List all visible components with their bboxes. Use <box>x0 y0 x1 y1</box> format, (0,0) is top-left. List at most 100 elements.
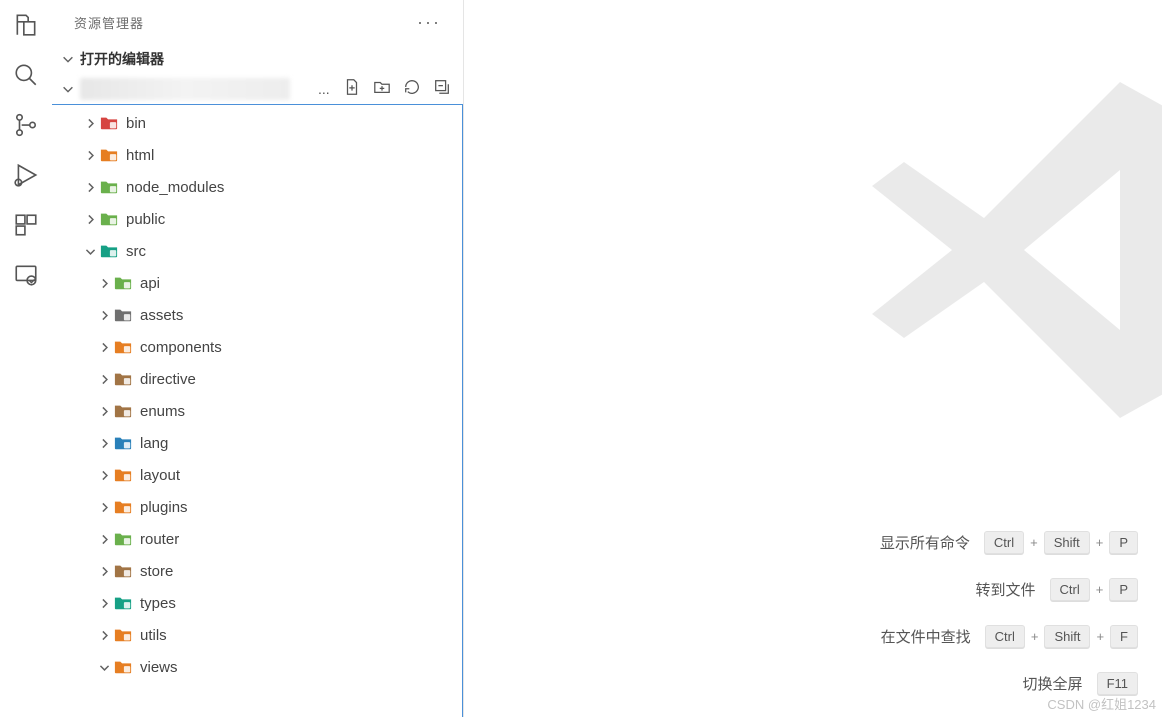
chevron-right-icon <box>96 533 112 546</box>
collapse-all-icon[interactable] <box>433 78 451 96</box>
plus-separator: + <box>1096 535 1104 550</box>
folder-icon <box>114 467 132 483</box>
remote-icon[interactable] <box>13 262 39 288</box>
command-label: 显示所有命令 <box>880 532 970 553</box>
chevron-right-icon <box>82 117 98 130</box>
key-F11: F11 <box>1097 672 1138 695</box>
tree-item-views[interactable]: views <box>52 651 462 683</box>
command-label: 切换全屏 <box>1023 673 1083 694</box>
key-combo: Ctrl+Shift+P <box>984 531 1138 554</box>
tree-item-label: plugins <box>140 499 188 516</box>
tree-item-label: bin <box>126 115 146 132</box>
command-hint: 在文件中查找Ctrl+Shift+F <box>881 625 1138 648</box>
chevron-right-icon <box>96 405 112 418</box>
explorer-icon[interactable] <box>13 12 39 38</box>
command-label: 转到文件 <box>976 579 1036 600</box>
search-icon[interactable] <box>13 62 39 88</box>
tree-item-label: types <box>140 595 176 612</box>
command-hints: 显示所有命令Ctrl+Shift+P转到文件Ctrl+P在文件中查找Ctrl+S… <box>880 531 1138 695</box>
chevron-right-icon <box>96 277 112 290</box>
chevron-right-icon <box>96 597 112 610</box>
tree-item-api[interactable]: api <box>52 267 462 299</box>
chevron-down-icon <box>60 51 76 67</box>
tree-item-assets[interactable]: assets <box>52 299 462 331</box>
tree-item-html[interactable]: html <box>52 139 462 171</box>
tree-item-lang[interactable]: lang <box>52 427 462 459</box>
chevron-right-icon <box>96 309 112 322</box>
tree-item-enums[interactable]: enums <box>52 395 462 427</box>
project-ellipsis: ... <box>318 81 330 97</box>
tree-item-label: lang <box>140 435 168 452</box>
key-Ctrl: Ctrl <box>984 531 1024 554</box>
plus-separator: + <box>1096 582 1104 597</box>
tree-item-store[interactable]: store <box>52 555 462 587</box>
key-combo: Ctrl+Shift+F <box>985 625 1138 648</box>
chevron-right-icon <box>96 469 112 482</box>
tree-item-label: views <box>140 659 178 676</box>
chevron-right-icon <box>96 341 112 354</box>
key-combo: Ctrl + P <box>1050 578 1138 601</box>
chevron-down-icon <box>82 245 98 258</box>
chevron-down-icon <box>96 661 112 674</box>
file-tree[interactable]: bin html node_modulespublic src api assets com… <box>52 104 463 717</box>
tree-item-components[interactable]: components <box>52 331 462 363</box>
project-actions <box>343 78 451 96</box>
new-folder-icon[interactable] <box>373 78 391 96</box>
tree-item-label: public <box>126 211 165 228</box>
run-debug-icon[interactable] <box>13 162 39 188</box>
extensions-icon[interactable] <box>13 212 39 238</box>
tree-item-label: src <box>126 243 146 260</box>
command-hint: 显示所有命令Ctrl+Shift+P <box>880 531 1138 554</box>
more-icon[interactable]: ··· <box>417 12 441 33</box>
key-Shift: Shift <box>1044 625 1090 648</box>
tree-item-label: directive <box>140 371 196 388</box>
project-section[interactable]: ... <box>52 74 463 104</box>
tree-item-types[interactable]: types <box>52 587 462 619</box>
tree-item-src[interactable]: src <box>52 235 462 267</box>
folder-icon <box>114 499 132 515</box>
tree-item-label: assets <box>140 307 183 324</box>
tree-item-utils[interactable]: utils <box>52 619 462 651</box>
chevron-right-icon <box>82 181 98 194</box>
chevron-right-icon <box>82 149 98 162</box>
tree-item-label: node_modules <box>126 179 224 196</box>
folder-icon <box>114 435 132 451</box>
tree-item-directive[interactable]: directive <box>52 363 462 395</box>
open-editors-section[interactable]: 打开的编辑器 <box>52 44 463 74</box>
plus-separator: + <box>1096 629 1104 644</box>
source-control-icon[interactable] <box>13 112 39 138</box>
tree-item-public[interactable]: public <box>52 203 462 235</box>
tree-item-bin[interactable]: bin <box>52 107 462 139</box>
folder-icon <box>100 243 118 259</box>
folder-icon <box>114 339 132 355</box>
key-P: P <box>1109 578 1138 601</box>
chevron-right-icon <box>96 565 112 578</box>
folder-icon <box>114 275 132 291</box>
key-Ctrl: Ctrl <box>1050 578 1090 601</box>
new-file-icon[interactable] <box>343 78 361 96</box>
sidebar-title: 资源管理器 <box>74 13 144 32</box>
tree-item-plugins[interactable]: plugins <box>52 491 462 523</box>
key-P: P <box>1109 531 1138 554</box>
key-F: F <box>1110 625 1138 648</box>
editor-area: 显示所有命令Ctrl+Shift+P转到文件Ctrl+P在文件中查找Ctrl+S… <box>464 0 1162 717</box>
chevron-down-icon <box>60 81 76 97</box>
key-Ctrl: Ctrl <box>985 625 1025 648</box>
plus-separator: + <box>1030 535 1038 550</box>
tree-item-node_modules[interactable]: node_modules <box>52 171 462 203</box>
folder-icon <box>114 307 132 323</box>
tree-item-label: router <box>140 531 179 548</box>
sidebar: 资源管理器 ··· 打开的编辑器 ... bin html node_modules… <box>52 0 464 717</box>
tree-item-layout[interactable]: layout <box>52 459 462 491</box>
chevron-right-icon <box>96 437 112 450</box>
chevron-right-icon <box>96 629 112 642</box>
tree-item-label: layout <box>140 467 180 484</box>
sidebar-header: 资源管理器 ··· <box>52 0 463 44</box>
chevron-right-icon <box>82 213 98 226</box>
key-combo: F11 <box>1097 672 1138 695</box>
csdn-watermark: CSDN @红姐1234 <box>1047 694 1156 713</box>
activity-bar <box>0 0 52 717</box>
refresh-icon[interactable] <box>403 78 421 96</box>
chevron-right-icon <box>96 373 112 386</box>
tree-item-router[interactable]: router <box>52 523 462 555</box>
